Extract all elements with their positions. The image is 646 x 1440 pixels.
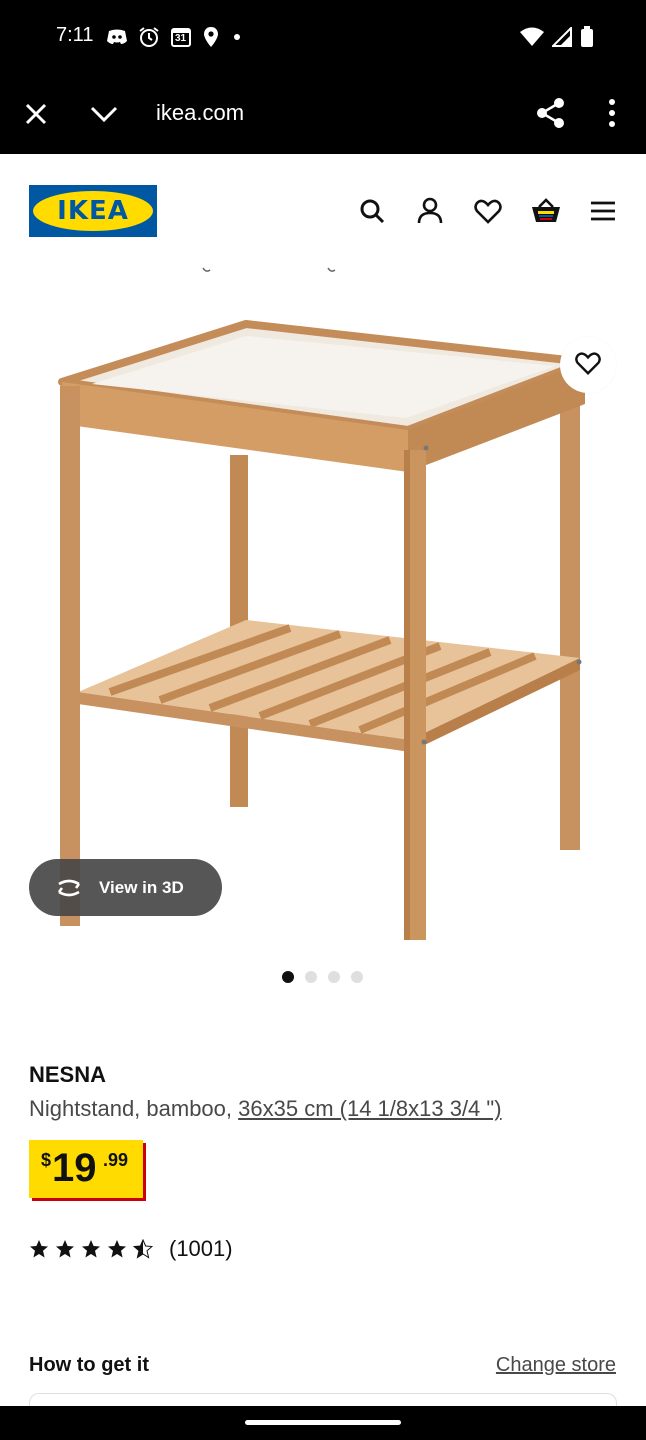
- status-bar: 7:11 31: [0, 0, 646, 74]
- save-favorite-button[interactable]: [560, 337, 616, 393]
- close-icon[interactable]: [20, 98, 52, 130]
- alarm-icon: [138, 26, 160, 53]
- carousel-dot[interactable]: [282, 971, 294, 983]
- dot-icon: [230, 30, 244, 49]
- discord-icon: [106, 28, 128, 51]
- price-tag: $ 19 .99: [29, 1140, 143, 1198]
- star-icon: [30, 1240, 48, 1258]
- half-star-icon: [133, 1239, 153, 1259]
- scrolled-text-fragment: [200, 262, 340, 272]
- price-currency: $: [41, 1150, 52, 1170]
- status-time: 7:11: [56, 24, 94, 46]
- product-name: NESNA: [29, 1062, 107, 1087]
- carousel-dot[interactable]: [305, 971, 317, 983]
- rating-stars: [29, 1239, 153, 1259]
- price-decimals: .99: [103, 1150, 129, 1170]
- carousel-dot[interactable]: [328, 971, 340, 983]
- price-integer: 19: [52, 1146, 97, 1190]
- navigation-bar: [0, 1406, 646, 1440]
- chevron-down-icon[interactable]: [88, 98, 120, 130]
- logo-text: IKEA: [57, 196, 129, 226]
- product-image[interactable]: [0, 300, 646, 950]
- signal-icon: [550, 25, 572, 52]
- star-icon: [108, 1240, 126, 1258]
- view-in-3d-label: View in 3D: [99, 877, 184, 897]
- view-in-3d-button[interactable]: View in 3D: [29, 859, 222, 916]
- carousel-indicator: [282, 971, 363, 983]
- menu-icon[interactable]: [588, 196, 618, 226]
- carousel-dot[interactable]: [351, 971, 363, 983]
- home-gesture-handle[interactable]: [245, 1420, 401, 1425]
- calendar-day: 31: [175, 33, 187, 44]
- product-description: Nightstand, bamboo, 36x35 cm (14 1/8x13 …: [29, 1096, 502, 1122]
- heart-icon[interactable]: [473, 196, 503, 226]
- rotate-3d-icon: [53, 876, 85, 900]
- rating-count: (1001): [169, 1236, 233, 1261]
- heart-icon: [574, 349, 602, 382]
- wifi-icon: [520, 27, 544, 52]
- change-store-link[interactable]: Change store: [496, 1354, 616, 1377]
- star-icon: [56, 1240, 74, 1258]
- product-dimensions-link[interactable]: 36x35 cm (14 1/8x13 3/4 "): [238, 1096, 501, 1121]
- site-header: IKEA: [0, 154, 646, 266]
- more-vert-icon[interactable]: [600, 96, 624, 130]
- battery-icon: [580, 26, 594, 53]
- calendar-icon: 31: [170, 26, 192, 53]
- search-icon[interactable]: [357, 196, 387, 226]
- location-icon: [202, 26, 220, 53]
- how-to-get-it-heading: How to get it: [29, 1354, 149, 1376]
- account-icon[interactable]: [415, 196, 445, 226]
- product-rating[interactable]: (1001): [29, 1236, 233, 1262]
- basket-icon[interactable]: [530, 196, 560, 226]
- star-icon: [82, 1240, 100, 1258]
- share-icon[interactable]: [534, 96, 568, 130]
- product-description-text: Nightstand, bamboo,: [29, 1096, 239, 1121]
- url-text[interactable]: ikea.com: [156, 100, 244, 126]
- ikea-logo[interactable]: IKEA: [29, 185, 157, 237]
- browser-toolbar: ikea.com: [0, 74, 646, 154]
